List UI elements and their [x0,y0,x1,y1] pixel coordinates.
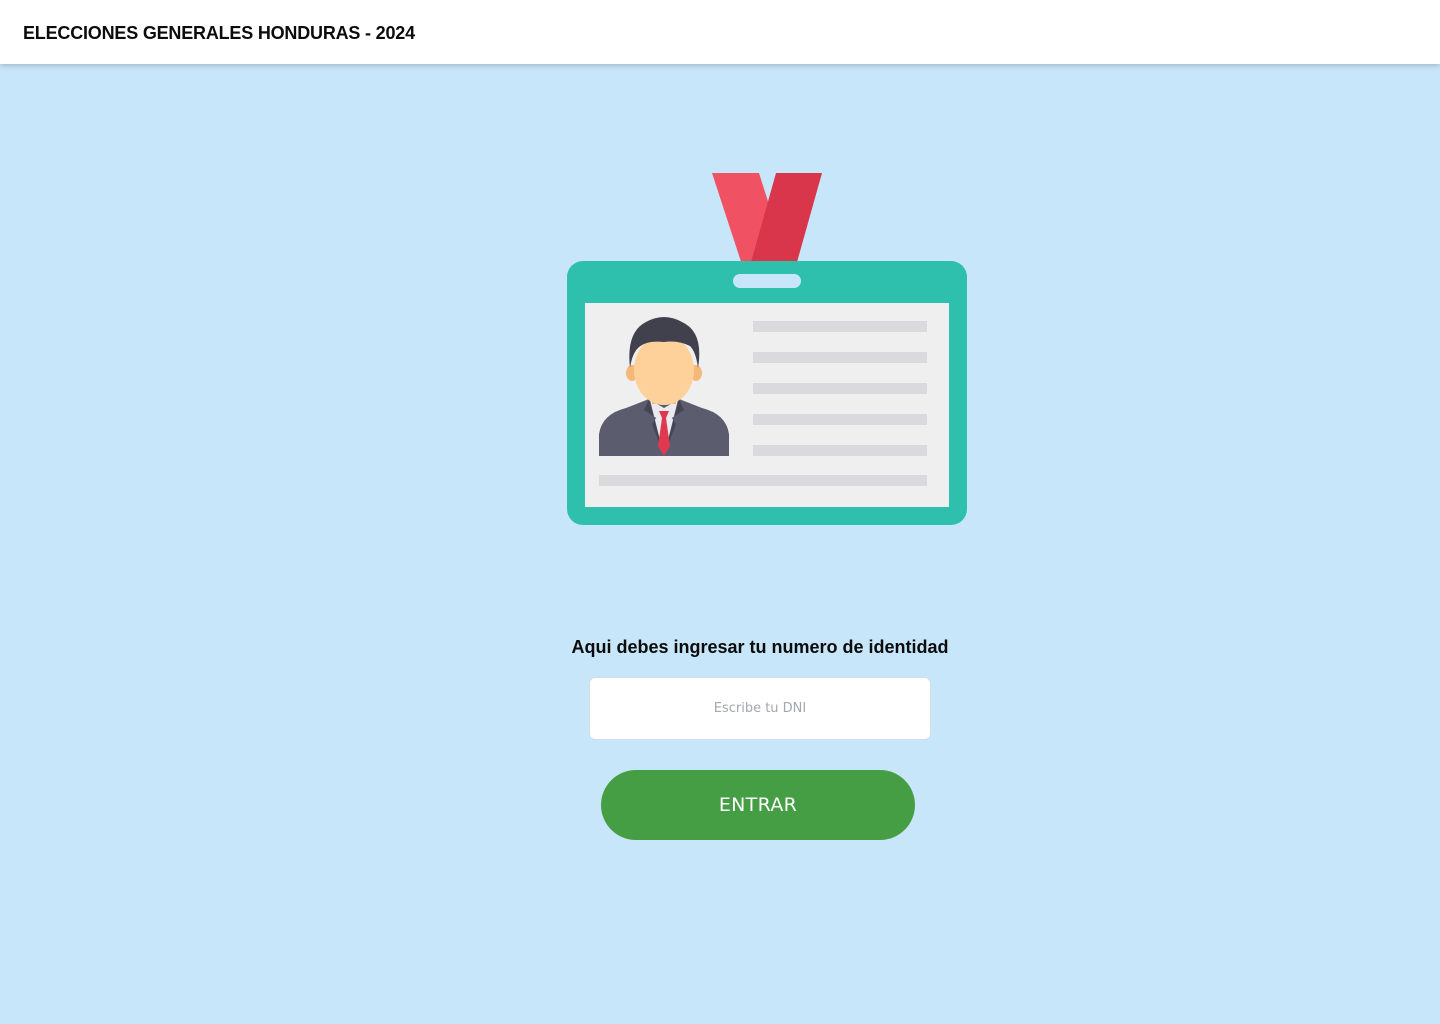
id-card-icon [566,172,968,526]
dni-prompt-label: Aqui debes ingresar tu numero de identid… [571,637,949,657]
dni-input[interactable] [589,677,931,740]
info-line [753,445,927,456]
enter-button[interactable]: ENTRAR [601,770,915,840]
info-line [753,321,927,332]
card-slot [733,274,801,288]
info-line [599,475,927,486]
app-title: ELECCIONES GENERALES HONDURAS - 2024 [23,23,415,43]
top-bar: ELECCIONES GENERALES HONDURAS - 2024 [0,0,1440,64]
info-line [753,383,927,394]
dni-prompt-container: Aqui debes ingresar tu numero de identid… [560,637,960,658]
info-line [753,414,927,425]
info-line [753,352,927,363]
